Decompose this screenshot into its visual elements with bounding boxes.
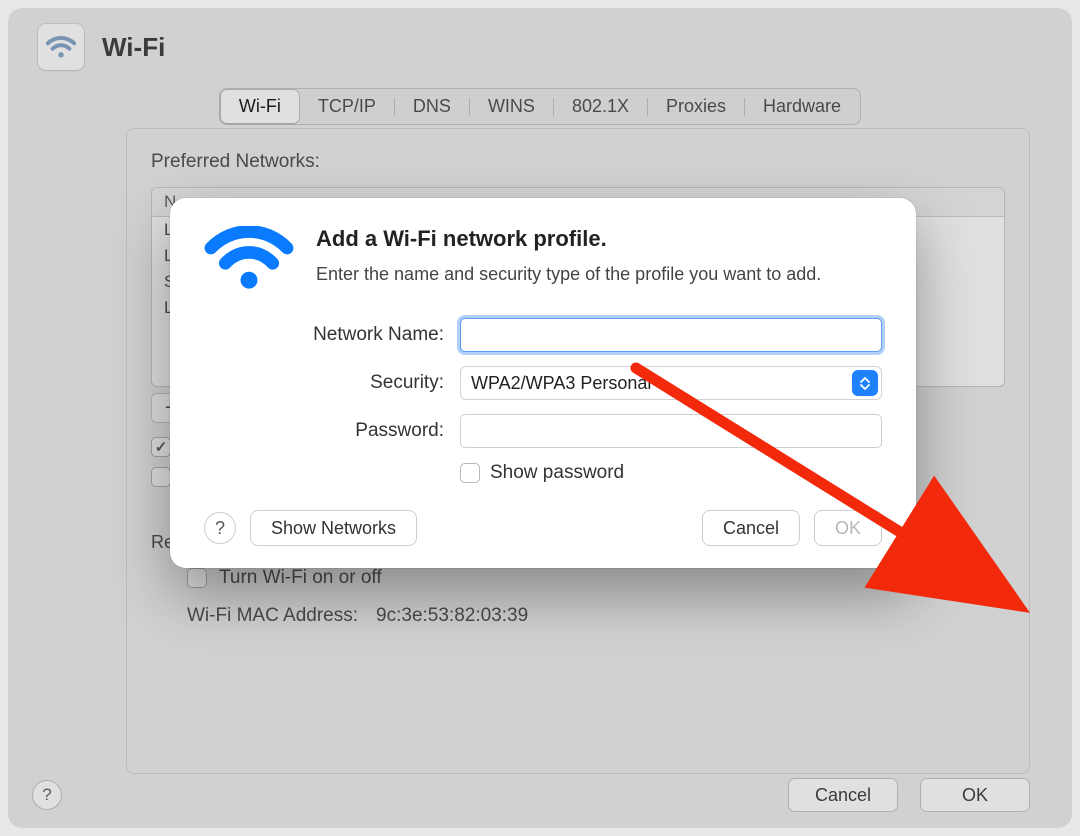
tab-wifi[interactable]: Wi-Fi [221,90,299,123]
preferred-networks-label: Preferred Networks: [151,151,1005,173]
mac-address-row: Wi-Fi MAC Address: 9c:3e:53:82:03:39 [187,605,1005,627]
window-footer-buttons: Cancel OK [788,778,1030,812]
tab-dns[interactable]: DNS [395,90,469,123]
tab-bar: Wi-Fi TCP/IP DNS WINS 802.1X Proxies Har… [219,88,861,125]
tab-hardware[interactable]: Hardware [745,90,859,123]
network-name-label: Network Name: [204,324,460,346]
turn-wifi-label: Turn Wi-Fi on or off [219,567,382,589]
mac-address-label: Wi-Fi MAC Address: [187,605,358,627]
turn-wifi-row: Turn Wi-Fi on or off [187,567,1005,589]
network-name-input[interactable] [460,318,882,352]
password-input[interactable] [460,414,882,448]
security-select-wrap: WPA2/WPA3 Personal [460,366,882,400]
show-networks-button[interactable]: Show Networks [250,510,417,546]
show-password-label: Show password [490,462,624,484]
sheet-title: Add a Wi-Fi network profile. [316,226,821,252]
sheet-cancel-button[interactable]: Cancel [702,510,800,546]
sheet-footer: ? Show Networks Cancel OK [204,510,882,546]
show-password-checkbox[interactable] [460,463,480,483]
wifi-icon-small [38,24,84,70]
window-header: Wi-Fi [8,8,1072,80]
page-title: Wi-Fi [102,32,165,63]
tab-tcpip[interactable]: TCP/IP [300,90,394,123]
security-label: Security: [204,372,460,394]
security-select[interactable]: WPA2/WPA3 Personal [460,366,882,400]
tab-wins[interactable]: WINS [470,90,553,123]
unknown-checkbox[interactable] [151,467,171,487]
add-network-sheet: Add a Wi-Fi network profile. Enter the n… [170,198,916,568]
tab-proxies[interactable]: Proxies [648,90,744,123]
sheet-help-button[interactable]: ? [204,512,236,544]
password-label: Password: [204,420,460,442]
help-button[interactable]: ? [32,780,62,810]
window-ok-button[interactable]: OK [920,778,1030,812]
show-password-row: Show password [460,462,882,484]
wifi-icon [204,226,294,292]
turn-wifi-checkbox[interactable] [187,568,207,588]
sheet-ok-button[interactable]: OK [814,510,882,546]
mac-address-value: 9c:3e:53:82:03:39 [376,605,528,627]
sheet-subtitle: Enter the name and security type of the … [316,262,821,286]
tab-8021x[interactable]: 802.1X [554,90,647,123]
window-cancel-button[interactable]: Cancel [788,778,898,812]
autojoin-checkbox[interactable] [151,437,171,457]
sheet-form: Network Name: Security: WPA2/WPA3 Person… [204,318,882,484]
